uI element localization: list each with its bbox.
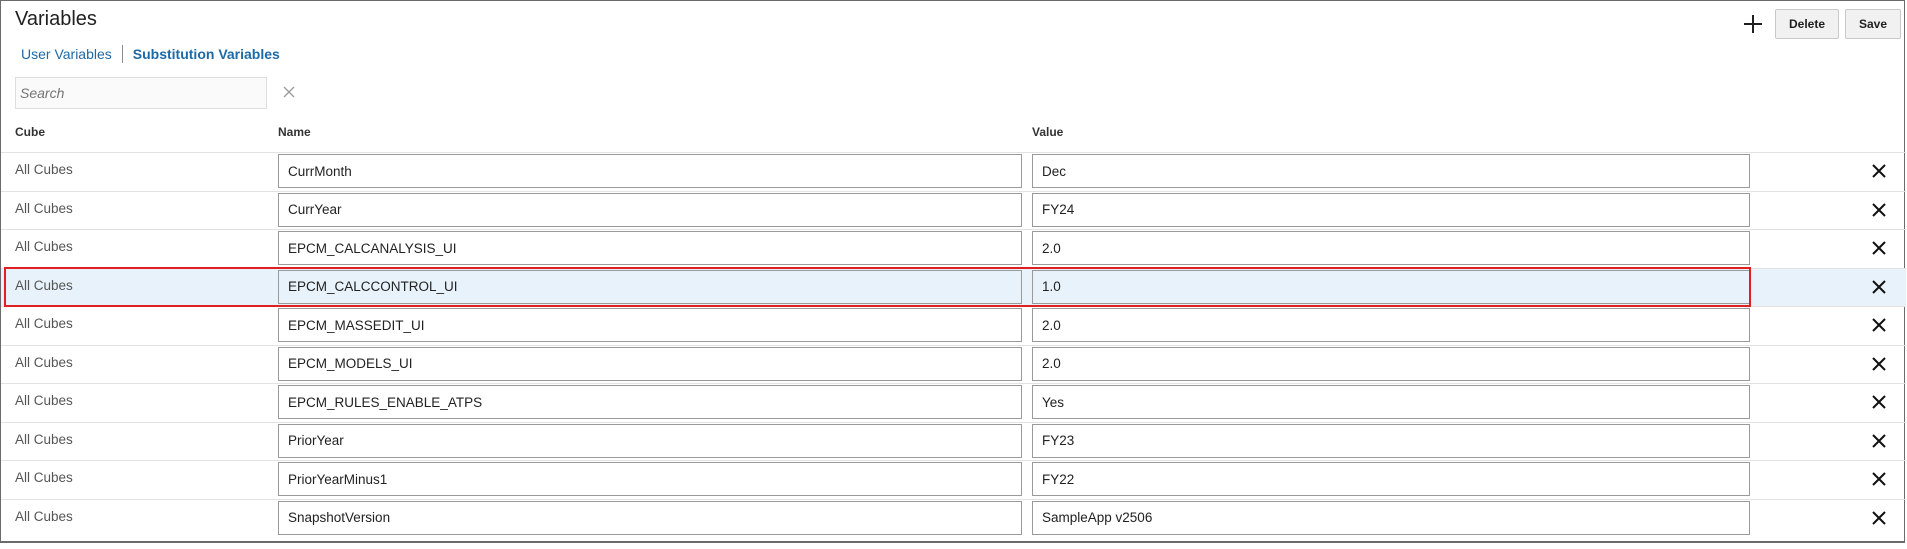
table-row[interactable]: All Cubes bbox=[1, 152, 1906, 191]
table-row[interactable]: All Cubes bbox=[1, 306, 1906, 345]
close-icon[interactable] bbox=[1871, 163, 1887, 179]
value-field[interactable] bbox=[1032, 462, 1750, 496]
cube-cell: All Cubes bbox=[15, 354, 73, 370]
plus-icon bbox=[1744, 15, 1762, 33]
close-icon[interactable] bbox=[1871, 202, 1887, 218]
table-row[interactable]: All Cubes bbox=[1, 383, 1906, 422]
name-field[interactable] bbox=[278, 192, 1022, 227]
add-variable-button[interactable] bbox=[1737, 9, 1769, 39]
search-input[interactable] bbox=[16, 78, 266, 108]
column-header-cube: Cube bbox=[15, 125, 45, 139]
table-row[interactable]: All Cubes bbox=[1, 460, 1906, 499]
cube-cell: All Cubes bbox=[15, 316, 73, 331]
cube-cell: All Cubes bbox=[15, 508, 73, 524]
delete-button[interactable]: Delete bbox=[1775, 9, 1839, 39]
value-field[interactable] bbox=[1032, 192, 1750, 227]
tab-divider bbox=[121, 45, 123, 63]
page-title: Variables bbox=[15, 8, 97, 30]
value-field[interactable] bbox=[1032, 231, 1750, 265]
close-icon[interactable] bbox=[1871, 471, 1887, 487]
table-row[interactable]: All Cubes bbox=[1, 344, 1906, 384]
table-row-selected[interactable]: All Cubes bbox=[1, 267, 1906, 306]
name-field[interactable] bbox=[278, 231, 1022, 265]
name-field[interactable] bbox=[278, 269, 1022, 304]
cube-cell: All Cubes bbox=[15, 431, 73, 447]
table-row[interactable]: All Cubes bbox=[1, 190, 1906, 230]
column-header-value: Value bbox=[1032, 125, 1064, 139]
tab-user-variables[interactable]: User Variables bbox=[21, 46, 112, 62]
toolbar: Delete Save bbox=[1737, 9, 1901, 39]
column-header-name: Name bbox=[278, 125, 311, 139]
close-icon[interactable] bbox=[1871, 433, 1887, 449]
close-icon[interactable] bbox=[1871, 240, 1887, 256]
variable-tabs: User Variables Substitution Variables bbox=[21, 45, 280, 63]
variables-panel: Variables Delete Save User Variables Sub… bbox=[0, 0, 1906, 543]
close-icon[interactable] bbox=[1871, 279, 1887, 295]
name-field[interactable] bbox=[278, 462, 1022, 496]
value-field[interactable] bbox=[1032, 308, 1750, 342]
table-row[interactable]: All Cubes bbox=[1, 229, 1906, 268]
value-field[interactable] bbox=[1032, 269, 1750, 304]
variables-table-body: All Cubes All Cubes All Cubes All Cubes … bbox=[1, 152, 1906, 537]
close-icon[interactable] bbox=[1871, 510, 1887, 526]
cube-cell: All Cubes bbox=[15, 393, 73, 408]
cube-cell: All Cubes bbox=[15, 239, 73, 254]
name-field[interactable] bbox=[278, 154, 1022, 188]
close-icon[interactable] bbox=[1871, 317, 1887, 333]
close-icon[interactable] bbox=[1871, 356, 1887, 372]
cube-cell: All Cubes bbox=[15, 162, 73, 177]
table-row[interactable]: All Cubes bbox=[1, 421, 1906, 461]
tab-substitution-variables[interactable]: Substitution Variables bbox=[133, 46, 280, 62]
search-box bbox=[15, 77, 267, 109]
name-field[interactable] bbox=[278, 385, 1022, 419]
cube-cell: All Cubes bbox=[15, 200, 73, 216]
name-field[interactable] bbox=[278, 346, 1022, 381]
close-icon[interactable] bbox=[1871, 394, 1887, 410]
value-field[interactable] bbox=[1032, 154, 1750, 188]
value-field[interactable] bbox=[1032, 423, 1750, 458]
close-icon[interactable] bbox=[282, 85, 296, 99]
table-row[interactable]: All Cubes bbox=[1, 498, 1906, 538]
save-button[interactable]: Save bbox=[1845, 9, 1901, 39]
value-field[interactable] bbox=[1032, 385, 1750, 419]
table-header: Cube Name Value bbox=[1, 125, 1906, 151]
value-field[interactable] bbox=[1032, 346, 1750, 381]
name-field[interactable] bbox=[278, 308, 1022, 342]
name-field[interactable] bbox=[278, 500, 1022, 535]
name-field[interactable] bbox=[278, 423, 1022, 458]
cube-cell: All Cubes bbox=[15, 277, 73, 293]
value-field[interactable] bbox=[1032, 500, 1750, 535]
cube-cell: All Cubes bbox=[15, 470, 73, 485]
